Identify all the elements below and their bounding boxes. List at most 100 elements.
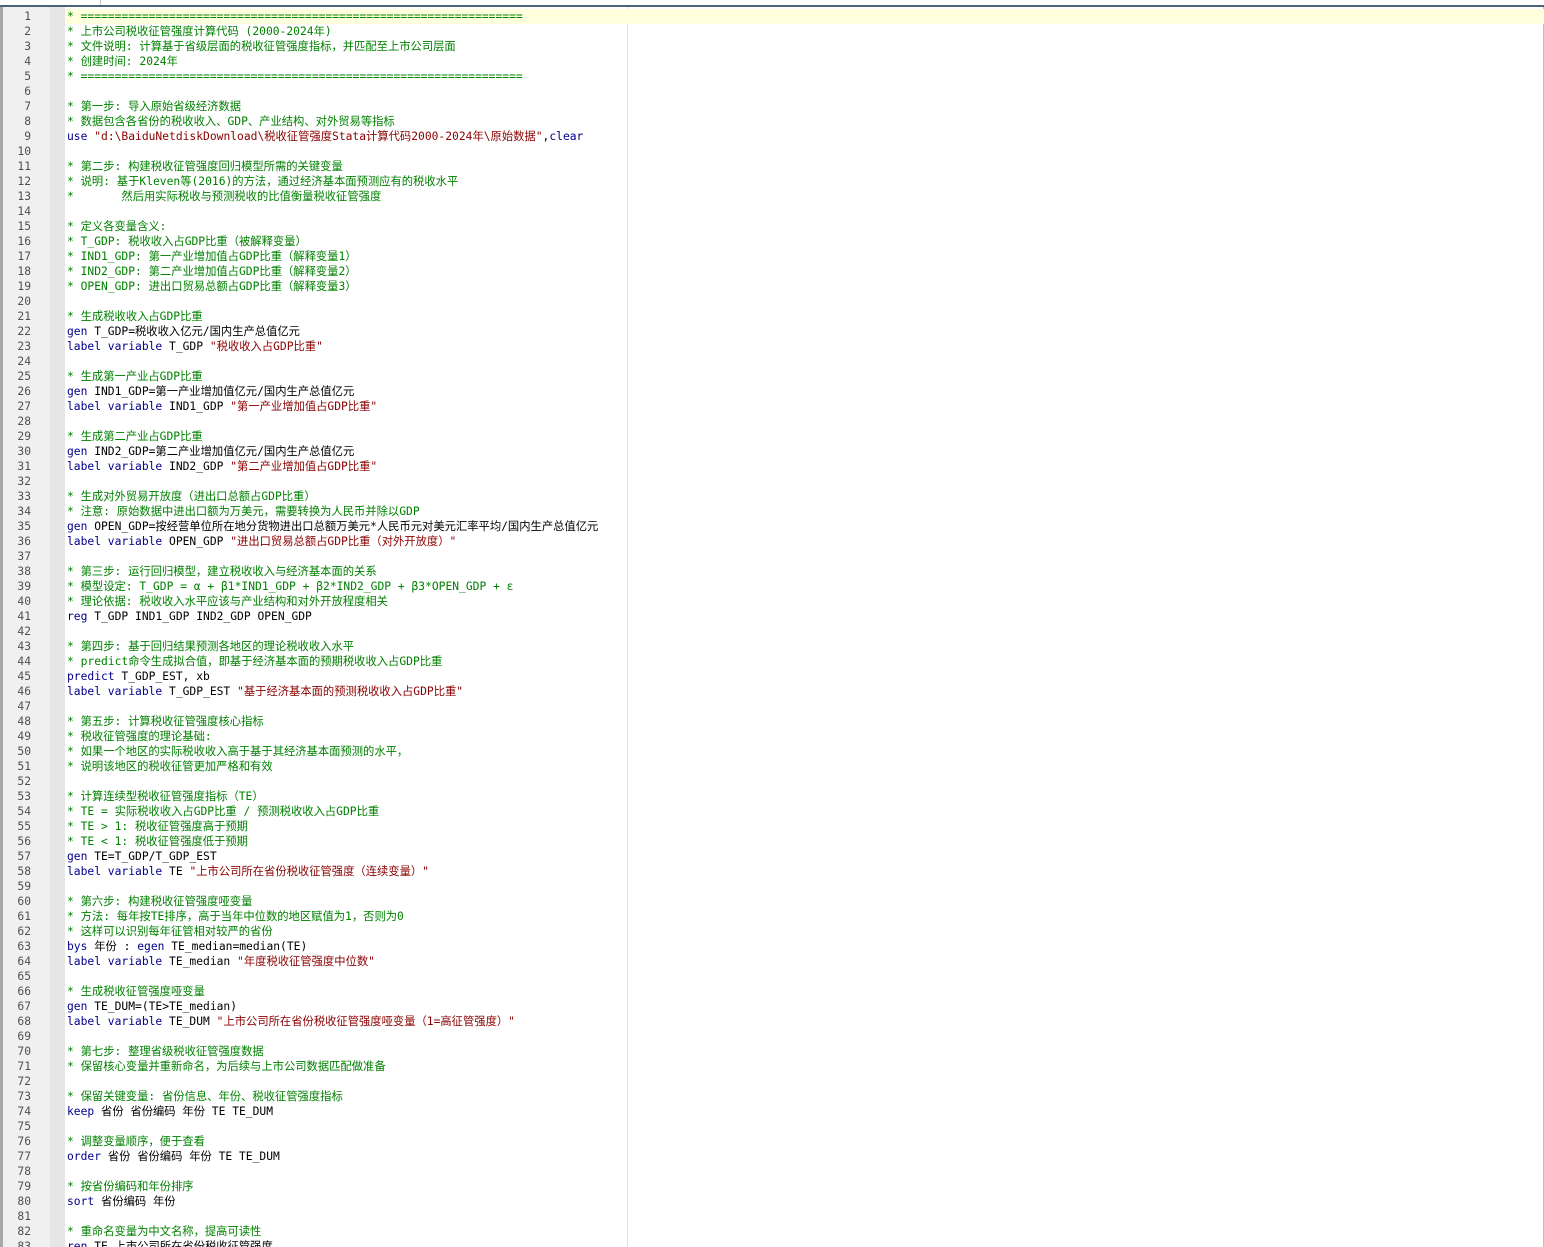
code-line[interactable]: 6 bbox=[0, 84, 1544, 99]
code-line[interactable]: 14 bbox=[0, 204, 1544, 219]
code-line[interactable]: 83 ren TE 上市公司所在省份税收征管强度 bbox=[0, 1239, 1544, 1247]
code-text[interactable]: * 定义各变量含义: bbox=[65, 219, 1544, 234]
code-text[interactable]: * 理论依据: 税收收入水平应该与产业结构和对外开放程度相关 bbox=[65, 594, 1544, 609]
code-text[interactable]: * T_GDP: 税收收入占GDP比重（被解释变量） bbox=[65, 234, 1544, 249]
code-line[interactable]: 21 * 生成税收收入占GDP比重 bbox=[0, 309, 1544, 324]
code-line[interactable]: 27 label variable IND1_GDP "第一产业增加值占GDP比重… bbox=[0, 399, 1544, 414]
code-line[interactable]: 50 * 如果一个地区的实际税收收入高于基于其经济基本面预测的水平， bbox=[0, 744, 1544, 759]
code-line[interactable]: 32 bbox=[0, 474, 1544, 489]
code-line[interactable]: 82 * 重命名变量为中文名称，提高可读性 bbox=[0, 1224, 1544, 1239]
code-line[interactable]: 7 * 第一步: 导入原始省级经济数据 bbox=[0, 99, 1544, 114]
code-line[interactable]: 73 * 保留关键变量: 省份信息、年份、税收征管强度指标 bbox=[0, 1089, 1544, 1104]
code-text[interactable]: label variable TE_DUM "上市公司所在省份税收征管强度哑变量… bbox=[65, 1014, 1544, 1029]
code-line[interactable]: 57 gen TE=T_GDP/T_GDP_EST bbox=[0, 849, 1544, 864]
code-text[interactable]: * 第四步: 基于回归结果预测各地区的理论税收收入水平 bbox=[65, 639, 1544, 654]
code-text[interactable] bbox=[65, 84, 1544, 99]
code-text[interactable]: * TE > 1: 税收征管强度高于预期 bbox=[65, 819, 1544, 834]
code-line[interactable]: 61 * 方法: 每年按TE排序，高于当年中位数的地区赋值为1，否则为0 bbox=[0, 909, 1544, 924]
code-text[interactable] bbox=[65, 204, 1544, 219]
code-text[interactable]: reg T_GDP IND1_GDP IND2_GDP OPEN_GDP bbox=[65, 609, 1544, 624]
code-text[interactable]: * OPEN_GDP: 进出口贸易总额占GDP比重（解释变量3） bbox=[65, 279, 1544, 294]
code-text[interactable]: * 如果一个地区的实际税收收入高于基于其经济基本面预测的水平， bbox=[65, 744, 1544, 759]
code-text[interactable]: * 重命名变量为中文名称，提高可读性 bbox=[65, 1224, 1544, 1239]
code-text[interactable]: * 生成对外贸易开放度（进出口总额占GDP比重） bbox=[65, 489, 1544, 504]
code-line[interactable]: 28 bbox=[0, 414, 1544, 429]
code-line[interactable]: 77 order 省份 省份编码 年份 TE TE_DUM bbox=[0, 1149, 1544, 1164]
code-line[interactable]: 45 predict T_GDP_EST, xb bbox=[0, 669, 1544, 684]
code-line[interactable]: 71 * 保留核心变量并重新命名，为后续与上市公司数据匹配做准备 bbox=[0, 1059, 1544, 1074]
code-text[interactable] bbox=[65, 969, 1544, 984]
code-line[interactable]: 78 bbox=[0, 1164, 1544, 1179]
code-text[interactable]: label variable T_GDP_EST "基于经济基本面的预测税收收入… bbox=[65, 684, 1544, 699]
code-text[interactable]: bys 年份 : egen TE_median=median(TE) bbox=[65, 939, 1544, 954]
code-line[interactable]: 70 * 第七步: 整理省级税收征管强度数据 bbox=[0, 1044, 1544, 1059]
code-line[interactable]: 47 bbox=[0, 699, 1544, 714]
code-text[interactable]: gen IND1_GDP=第一产业增加值亿元/国内生产总值亿元 bbox=[65, 384, 1544, 399]
code-text[interactable]: order 省份 省份编码 年份 TE TE_DUM bbox=[65, 1149, 1544, 1164]
code-text[interactable] bbox=[65, 1029, 1544, 1044]
code-text[interactable]: * ======================================… bbox=[65, 69, 1544, 84]
code-line[interactable]: 53 * 计算连续型税收征管强度指标（TE） bbox=[0, 789, 1544, 804]
code-line[interactable]: 2 * 上市公司税收征管强度计算代码 (2000-2024年) bbox=[0, 24, 1544, 39]
code-text[interactable]: * 生成税收征管强度哑变量 bbox=[65, 984, 1544, 999]
code-text[interactable] bbox=[65, 1074, 1544, 1089]
code-text[interactable] bbox=[65, 699, 1544, 714]
code-text[interactable]: * 调整变量顺序，便于查看 bbox=[65, 1134, 1544, 1149]
code-text[interactable]: * IND2_GDP: 第二产业增加值占GDP比重（解释变量2） bbox=[65, 264, 1544, 279]
code-line[interactable]: 54 * TE = 实际税收收入占GDP比重 / 预测税收收入占GDP比重 bbox=[0, 804, 1544, 819]
code-text[interactable]: * predict命令生成拟合值，即基于经济基本面的预期税收收入占GDP比重 bbox=[65, 654, 1544, 669]
code-text[interactable]: label variable IND2_GDP "第二产业增加值占GDP比重" bbox=[65, 459, 1544, 474]
code-line[interactable]: 17 * IND1_GDP: 第一产业增加值占GDP比重（解释变量1） bbox=[0, 249, 1544, 264]
code-line[interactable]: 58 label variable TE "上市公司所在省份税收征管强度（连续变量… bbox=[0, 864, 1544, 879]
code-text[interactable] bbox=[65, 474, 1544, 489]
code-line[interactable]: 34 * 注意: 原始数据中进出口额为万美元，需要转换为人民币并除以GDP bbox=[0, 504, 1544, 519]
code-text[interactable] bbox=[65, 144, 1544, 159]
code-text[interactable]: * 第五步: 计算税收征管强度核心指标 bbox=[65, 714, 1544, 729]
code-line[interactable]: 66 * 生成税收征管强度哑变量 bbox=[0, 984, 1544, 999]
code-line[interactable]: 22 gen T_GDP=税收收入亿元/国内生产总值亿元 bbox=[0, 324, 1544, 339]
code-line[interactable]: 80 sort 省份编码 年份 bbox=[0, 1194, 1544, 1209]
code-line[interactable]: 74 keep 省份 省份编码 年份 TE TE_DUM bbox=[0, 1104, 1544, 1119]
code-line[interactable]: 15 * 定义各变量含义: bbox=[0, 219, 1544, 234]
code-text[interactable]: label variable TE_median "年度税收征管强度中位数" bbox=[65, 954, 1544, 969]
code-line[interactable]: 23 label variable T_GDP "税收收入占GDP比重" bbox=[0, 339, 1544, 354]
code-line[interactable]: 76 * 调整变量顺序，便于查看 bbox=[0, 1134, 1544, 1149]
code-line[interactable]: 81 bbox=[0, 1209, 1544, 1224]
code-line[interactable]: 41 reg T_GDP IND1_GDP IND2_GDP OPEN_GDP bbox=[0, 609, 1544, 624]
code-text[interactable]: gen IND2_GDP=第二产业增加值亿元/国内生产总值亿元 bbox=[65, 444, 1544, 459]
code-text[interactable]: * 按省份编码和年份排序 bbox=[65, 1179, 1544, 1194]
code-text[interactable]: * 说明该地区的税收征管更加严格和有效 bbox=[65, 759, 1544, 774]
code-line[interactable]: 29 * 生成第二产业占GDP比重 bbox=[0, 429, 1544, 444]
code-text[interactable]: * 说明: 基于Kleven等(2016)的方法，通过经济基本面预测应有的税收水… bbox=[65, 174, 1544, 189]
code-text[interactable] bbox=[65, 1209, 1544, 1224]
code-text[interactable]: label variable TE "上市公司所在省份税收征管强度（连续变量）" bbox=[65, 864, 1544, 879]
code-line[interactable]: 55 * TE > 1: 税收征管强度高于预期 bbox=[0, 819, 1544, 834]
code-line[interactable]: 30 gen IND2_GDP=第二产业增加值亿元/国内生产总值亿元 bbox=[0, 444, 1544, 459]
code-line[interactable]: 4 * 创建时间: 2024年 bbox=[0, 54, 1544, 69]
code-text[interactable]: * 生成第一产业占GDP比重 bbox=[65, 369, 1544, 384]
code-line[interactable]: 60 * 第六步: 构建税收征管强度哑变量 bbox=[0, 894, 1544, 909]
code-line[interactable]: 33 * 生成对外贸易开放度（进出口总额占GDP比重） bbox=[0, 489, 1544, 504]
code-text[interactable]: * 方法: 每年按TE排序，高于当年中位数的地区赋值为1，否则为0 bbox=[65, 909, 1544, 924]
code-text[interactable]: * 注意: 原始数据中进出口额为万美元，需要转换为人民币并除以GDP bbox=[65, 504, 1544, 519]
code-text[interactable]: * 创建时间: 2024年 bbox=[65, 54, 1544, 69]
code-text[interactable] bbox=[65, 294, 1544, 309]
code-text[interactable] bbox=[65, 354, 1544, 369]
code-text[interactable]: * 然后用实际税收与预测税收的比值衡量税收征管强度 bbox=[65, 189, 1544, 204]
code-line[interactable]: 16 * T_GDP: 税收收入占GDP比重（被解释变量） bbox=[0, 234, 1544, 249]
code-text[interactable]: * 这样可以识别每年征管相对较严的省份 bbox=[65, 924, 1544, 939]
code-line[interactable]: 11 * 第二步: 构建税收征管强度回归模型所需的关键变量 bbox=[0, 159, 1544, 174]
code-line[interactable]: 37 bbox=[0, 549, 1544, 564]
code-line[interactable]: 38 * 第三步: 运行回归模型，建立税收收入与经济基本面的关系 bbox=[0, 564, 1544, 579]
code-text[interactable] bbox=[65, 549, 1544, 564]
code-text[interactable]: * 第一步: 导入原始省级经济数据 bbox=[65, 99, 1544, 114]
code-line[interactable]: 72 bbox=[0, 1074, 1544, 1089]
code-line[interactable]: 56 * TE < 1: 税收征管强度低于预期 bbox=[0, 834, 1544, 849]
code-text[interactable]: * 生成第二产业占GDP比重 bbox=[65, 429, 1544, 444]
code-line[interactable]: 75 bbox=[0, 1119, 1544, 1134]
code-line[interactable]: 48 * 第五步: 计算税收征管强度核心指标 bbox=[0, 714, 1544, 729]
code-line[interactable]: 46 label variable T_GDP_EST "基于经济基本面的预测税收… bbox=[0, 684, 1544, 699]
code-text[interactable] bbox=[65, 624, 1544, 639]
code-text[interactable]: * 第六步: 构建税收征管强度哑变量 bbox=[65, 894, 1544, 909]
code-text[interactable]: * 生成税收收入占GDP比重 bbox=[65, 309, 1544, 324]
